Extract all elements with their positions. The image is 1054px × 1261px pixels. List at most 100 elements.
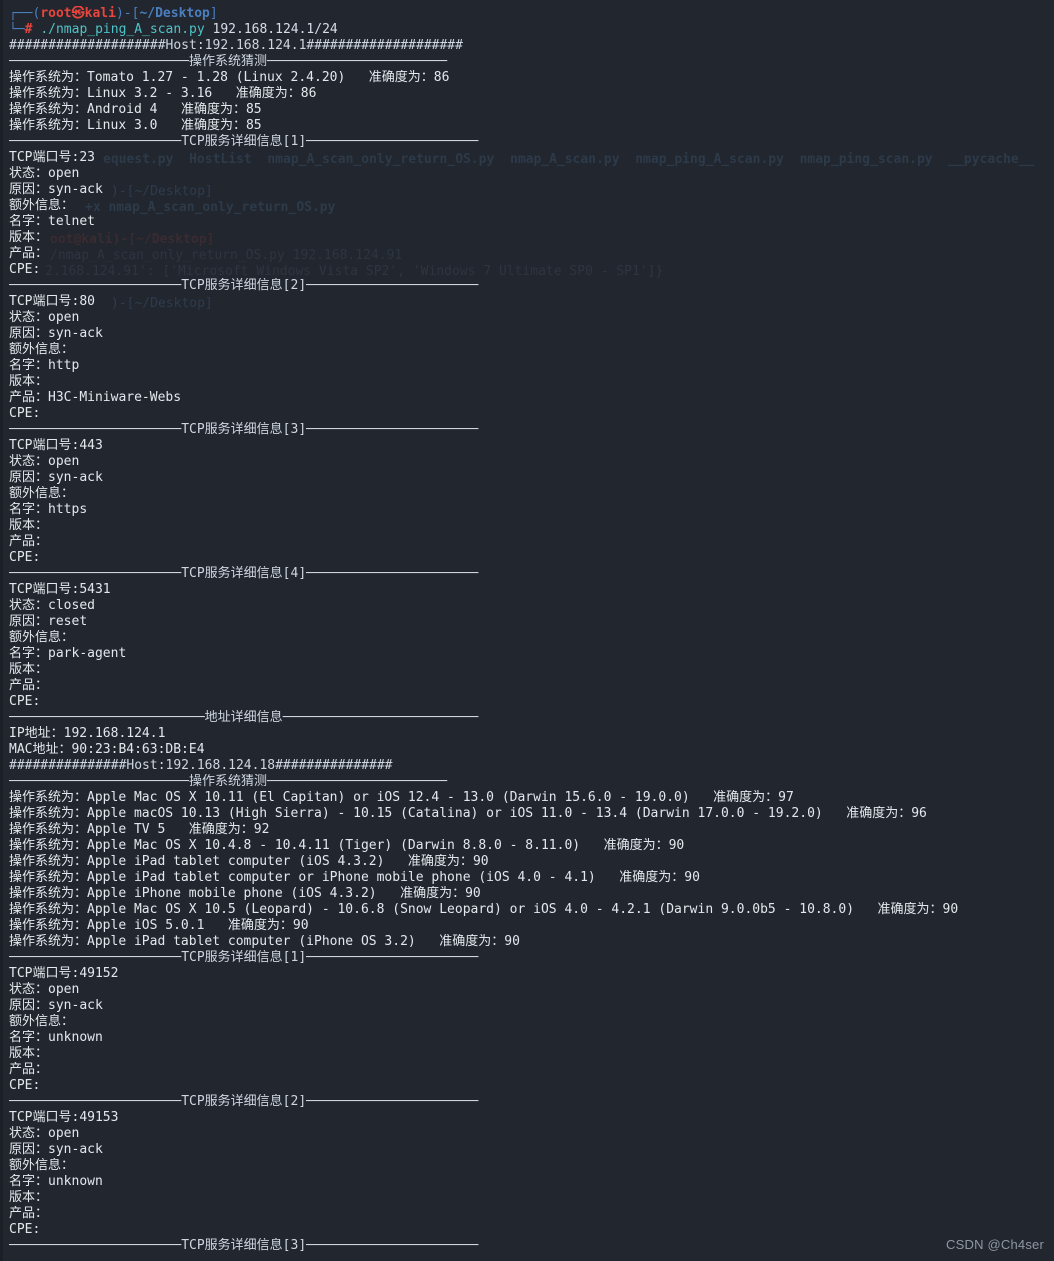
os-guess-separator: ───────────────────────操作系统猜测───────────… xyxy=(9,54,1054,70)
reason-value: syn-ack xyxy=(48,182,103,197)
name-label: 名字： xyxy=(9,214,49,229)
os-match-name: Tomato 1.27 - 1.28 (Linux 2.4.20) xyxy=(87,70,346,85)
separator-title: 地址详细信息 xyxy=(204,710,283,725)
state-value: open xyxy=(48,310,80,325)
os-match-gap xyxy=(384,854,407,869)
service-product-line: 产品： xyxy=(9,246,1054,262)
version-label: 版本： xyxy=(9,1190,49,1205)
service-extrainfo-line: 额外信息： xyxy=(9,342,1054,358)
separator-title: TCP服务详细信息[2] xyxy=(181,278,307,293)
os-match-gap xyxy=(823,806,846,821)
os-accuracy-label: 准确度为： xyxy=(180,102,246,117)
service-state-line: 状态：open xyxy=(9,310,1054,326)
os-accuracy-value: 90 xyxy=(465,886,481,901)
extrainfo-label: 额外信息： xyxy=(9,1014,75,1029)
state-label: 状态： xyxy=(9,598,49,613)
state-label: 状态： xyxy=(9,454,49,469)
ip-label: IP地址： xyxy=(9,726,64,741)
os-accuracy-value: 96 xyxy=(911,806,927,821)
name-value: unknown xyxy=(48,1030,103,1045)
port-label: TCP端口号: xyxy=(9,1110,80,1125)
separator-rule-left: ────────────────────── xyxy=(9,1094,182,1109)
reason-value: syn-ack xyxy=(48,1142,103,1157)
os-accuracy-value: 85 xyxy=(245,102,262,117)
service-version-line: 版本： xyxy=(9,374,1054,390)
service-name-line: 名字：park-agent xyxy=(9,646,1054,662)
os-match-line: 操作系统为：Android 4 准确度为：85 xyxy=(9,102,1054,118)
os-match-label: 操作系统为： xyxy=(9,118,88,133)
os-match-name: Apple iPhone mobile phone (iOS 4.3.2) xyxy=(87,886,377,901)
separator-title: TCP服务详细信息[3] xyxy=(181,422,307,437)
state-value: closed xyxy=(48,598,95,613)
os-match-gap xyxy=(596,870,619,885)
os-match-gap xyxy=(157,102,180,117)
tcp-service-separator: ──────────────────────TCP服务详细信息[3]──────… xyxy=(9,1238,1054,1254)
os-match-gap xyxy=(690,790,713,805)
os-match-name: Linux 3.2 - 3.16 xyxy=(87,86,213,101)
os-accuracy-label: 准确度为： xyxy=(227,918,293,933)
service-port-line: TCP端口号:49152 xyxy=(9,966,1054,982)
os-match-label: 操作系统为： xyxy=(9,86,88,101)
separator-title: TCP服务详细信息[2] xyxy=(181,1094,307,1109)
mac-label: MAC地址： xyxy=(9,742,72,757)
name-label: 名字： xyxy=(9,646,49,661)
service-version-line: 版本： xyxy=(9,1190,1054,1206)
product-label: 产品： xyxy=(9,678,49,693)
name-label: 名字： xyxy=(9,358,49,373)
separator-rule-right: ───────────────────────── xyxy=(282,710,479,725)
tcp-service-separator: ──────────────────────TCP服务详细信息[1]──────… xyxy=(9,134,1054,150)
name-value: unknown xyxy=(48,1174,103,1189)
prompt-line-top: ┌──(root㉿kali)-[~/Desktop] xyxy=(9,6,1054,22)
name-value: https xyxy=(48,502,88,517)
service-product-line: 产品： xyxy=(9,1062,1054,1078)
service-port-line: TCP端口号:443 xyxy=(9,438,1054,454)
service-reason-line: 原因：syn-ack xyxy=(9,998,1054,1014)
separator-rule-left: ────────────────────── xyxy=(9,566,182,581)
service-reason-line: 原因：syn-ack xyxy=(9,182,1054,198)
host-banner: ####################Host:192.168.124.1##… xyxy=(9,38,463,53)
os-match-gap xyxy=(377,886,400,901)
terminal-window[interactable]: equest.py HostList nmap_A_scan_only_retu… xyxy=(0,0,1054,1261)
reason-label: 原因： xyxy=(9,1142,49,1157)
os-match-gap xyxy=(157,118,180,133)
os-match-label: 操作系统为： xyxy=(9,918,88,933)
service-port-line: TCP端口号:49153 xyxy=(9,1110,1054,1126)
os-accuracy-value: 90 xyxy=(504,934,520,949)
os-accuracy-value: 90 xyxy=(942,902,959,917)
cpe-label: CPE: xyxy=(9,550,41,565)
service-version-line: 版本： xyxy=(9,518,1054,534)
extrainfo-label: 额外信息： xyxy=(9,342,75,357)
product-value: H3C-Miniware-Webs xyxy=(48,390,182,405)
os-match-label: 操作系统为： xyxy=(9,854,88,869)
service-cpe-line: CPE: xyxy=(9,262,1054,278)
port-label: TCP端口号: xyxy=(9,582,80,597)
state-value: open xyxy=(48,1126,80,1141)
os-accuracy-value: 86 xyxy=(300,86,317,101)
cpe-label: CPE: xyxy=(9,1222,41,1237)
os-match-label: 操作系统为： xyxy=(9,102,88,117)
extrainfo-label: 额外信息： xyxy=(9,486,75,501)
watermark: CSDN @Ch4ser xyxy=(946,1237,1044,1252)
name-label: 名字： xyxy=(9,1030,49,1045)
service-port-line: TCP端口号:23 xyxy=(9,150,1054,166)
separator-rule-right: ────────────────────── xyxy=(306,1238,479,1253)
port-value: 80 xyxy=(79,294,95,309)
os-match-line: 操作系统为：Linux 3.0 准确度为：85 xyxy=(9,118,1054,134)
separator-title: 操作系统猜测 xyxy=(189,54,268,69)
os-accuracy-value: 85 xyxy=(245,118,262,133)
os-accuracy-label: 准确度为： xyxy=(877,902,943,917)
prompt-dash: - xyxy=(123,6,132,21)
service-cpe-line: CPE: xyxy=(9,1222,1054,1238)
os-match-gap xyxy=(345,70,368,85)
mac-value: 90:23:B4:63:DB:E4 xyxy=(71,742,205,757)
os-match-gap xyxy=(580,838,603,853)
service-product-line: 产品： xyxy=(9,1206,1054,1222)
tcp-service-separator: ──────────────────────TCP服务详细信息[2]──────… xyxy=(9,278,1054,294)
separator-rule-left: ─────────────────────── xyxy=(9,54,190,69)
separator-title: 操作系统猜测 xyxy=(189,774,268,789)
cpe-label: CPE: xyxy=(9,406,41,421)
reason-label: 原因： xyxy=(9,182,49,197)
os-match-name: Apple iOS 5.0.1 xyxy=(87,918,205,933)
service-name-line: 名字：unknown xyxy=(9,1030,1054,1046)
separator-rule-right: ────────────────────── xyxy=(306,950,479,965)
